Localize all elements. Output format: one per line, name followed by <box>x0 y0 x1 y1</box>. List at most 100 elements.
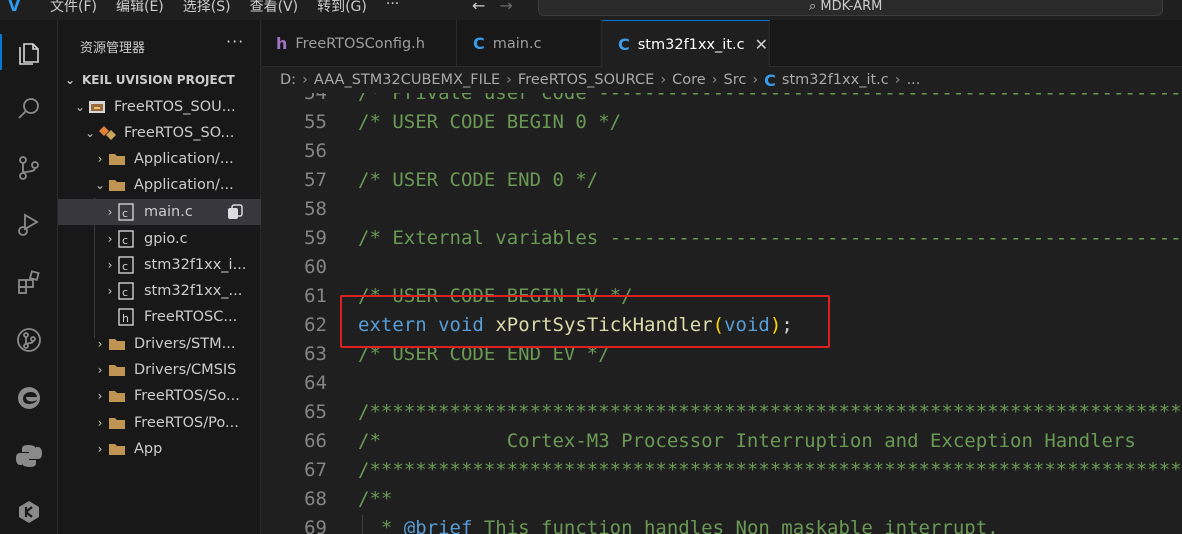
c-file-icon: c <box>118 203 138 221</box>
svg-text:h: h <box>122 312 129 325</box>
line-number: 55 <box>304 111 327 133</box>
code-line[interactable]: 66 /* Cortex-M3 Processor Interruption an… <box>262 430 1182 459</box>
section-header[interactable]: ⌄ KEIL UVISION PROJECT <box>58 69 261 91</box>
code-line[interactable]: 58 <box>262 198 1182 227</box>
close-icon[interactable]: ✕ <box>755 35 768 54</box>
menu-go[interactable]: 转到(G) <box>317 0 367 16</box>
tree-item-target[interactable]: ⌄ FreeRTOS_SO... <box>58 120 261 146</box>
tree-item-project[interactable]: ⌄ FreeRTOS_SOU... <box>58 94 261 120</box>
menu-file[interactable]: 文件(F) <box>50 0 97 16</box>
tree-item-folder[interactable]: › Drivers/STM... <box>58 331 261 357</box>
code-text: extern void xPortSysTickHandler(void); <box>358 314 793 336</box>
code-token: /* USER CODE END 0 */ <box>358 169 599 191</box>
code-line[interactable]: 68 /** <box>262 488 1182 517</box>
code-line[interactable]: 60 <box>262 256 1182 285</box>
tree-item-folder[interactable]: › App <box>58 436 261 462</box>
line-number: 62 <box>304 314 327 336</box>
forward-arrow-icon[interactable]: → <box>499 0 512 15</box>
breadcrumb-item[interactable]: AAA_STM32CUBEMX_FILE <box>314 72 500 88</box>
explorer-more-actions[interactable]: ··· <box>226 32 244 51</box>
tree-item-folder[interactable]: ⌄ Application/... <box>58 172 261 198</box>
code-line[interactable]: 63 /* USER CODE END EV */ <box>262 343 1182 372</box>
source-control-icon[interactable] <box>0 144 58 192</box>
git-graph-icon[interactable] <box>0 316 58 364</box>
target-icon <box>98 124 118 142</box>
menu-more[interactable]: ··· <box>386 0 399 16</box>
line-number: 60 <box>304 256 327 278</box>
code-line[interactable]: 55 /* USER CODE BEGIN 0 */ <box>262 111 1182 140</box>
folder-icon <box>108 440 128 458</box>
command-center[interactable]: ⌕ MDK-ARM <box>538 0 1163 16</box>
back-arrow-icon[interactable]: ← <box>472 0 485 15</box>
breadcrumb-separator: › <box>660 72 667 88</box>
code-editor[interactable]: 54 /* Private user code -----------------… <box>262 93 1182 534</box>
code-line[interactable]: 57 /* USER CODE END 0 */ <box>262 169 1182 198</box>
code-text: * @brief This function handles Non maska… <box>358 517 999 534</box>
edge-icon[interactable] <box>0 374 58 422</box>
line-number: 58 <box>304 198 327 220</box>
code-token: /***************************************… <box>358 401 1182 423</box>
tab-main-c[interactable]: C main.c <box>457 20 602 67</box>
code-token: This function handles Non maskable inter… <box>472 517 999 534</box>
code-text: /* USER CODE END EV */ <box>358 343 610 365</box>
breadcrumb-item[interactable]: Core <box>672 72 706 88</box>
code-line[interactable]: 54 /* Private user code -----------------… <box>262 93 1182 111</box>
copy-icon[interactable] <box>227 204 243 220</box>
breadcrumb-separator: › <box>894 72 901 88</box>
command-center-label: ⌕ MDK-ARM <box>809 0 883 14</box>
code-token: xPortSysTickHandler <box>495 314 713 336</box>
tree-item-file[interactable]: › c stm32f1xx_i... <box>58 252 261 278</box>
line-number: 57 <box>304 169 327 191</box>
line-number: 59 <box>304 227 327 249</box>
line-number: 65 <box>304 401 327 423</box>
activity-bar <box>0 20 58 534</box>
breadcrumb-separator: › <box>302 72 308 88</box>
folder-icon <box>108 150 128 168</box>
explorer-icon[interactable] <box>0 28 58 76</box>
menu-selection[interactable]: 选择(S) <box>183 0 231 16</box>
tree-item-folder[interactable]: › FreeRTOS/Po... <box>58 410 261 436</box>
breadcrumb-tail[interactable]: ... <box>907 72 921 88</box>
menu-view[interactable]: 查看(V) <box>250 0 299 16</box>
python-icon[interactable] <box>0 432 58 480</box>
svg-text:c: c <box>122 234 128 247</box>
line-number: 64 <box>304 372 327 394</box>
code-line[interactable]: 64 <box>262 372 1182 401</box>
search-icon[interactable] <box>0 85 58 133</box>
tree-item-file-main[interactable]: › c main.c <box>58 199 261 225</box>
editor-tab-bar: h FreeRTOSConfig.h C main.c C stm32f1xx_… <box>262 20 1182 68</box>
code-line[interactable]: 62 extern void xPortSysTickHandler(void); <box>262 314 1182 343</box>
chevron-right-icon: › <box>97 363 103 377</box>
tree-item-file[interactable]: h FreeRTOSC... <box>58 304 261 330</box>
chevron-down-icon: ⌄ <box>74 100 86 114</box>
code-line[interactable]: 67 /*************************************… <box>262 459 1182 488</box>
code-line[interactable]: 56 <box>262 140 1182 169</box>
code-line[interactable]: 61 /* USER CODE BEGIN EV */ <box>262 285 1182 314</box>
code-token: /* USER CODE BEGIN 0 */ <box>358 111 622 133</box>
breadcrumb-item[interactable]: Src <box>724 72 747 88</box>
code-text: /* USER CODE BEGIN EV */ <box>358 285 633 307</box>
code-token: ( <box>712 314 725 336</box>
code-line[interactable]: 65 /*************************************… <box>262 401 1182 430</box>
line-number: 68 <box>304 488 327 510</box>
line-number: 61 <box>304 285 327 307</box>
tree-item-folder[interactable]: › FreeRTOS/So... <box>58 383 261 409</box>
tab-freertosconfig[interactable]: h FreeRTOSConfig.h <box>262 20 457 67</box>
tree-item-folder[interactable]: › Application/... <box>58 146 261 172</box>
c-file-icon: C <box>764 70 776 90</box>
code-line[interactable]: 59 /* External variables ----------------… <box>262 227 1182 256</box>
menu-edit[interactable]: 编辑(E) <box>116 0 164 16</box>
tree-item-file[interactable]: › c stm32f1xx_... <box>58 278 261 304</box>
breadcrumb-item[interactable]: FreeRTOS_SOURCE <box>518 72 654 88</box>
tab-stm32f1xx-it[interactable]: C stm32f1xx_it.c ✕ <box>602 20 770 68</box>
extensions-icon[interactable] <box>0 258 58 306</box>
breadcrumb-file[interactable]: stm32f1xx_it.c <box>782 72 889 88</box>
keil-icon[interactable] <box>0 488 58 534</box>
code-line[interactable]: 69 * @brief This function handles Non ma… <box>262 517 1182 534</box>
tree-item-folder[interactable]: › Drivers/CMSIS <box>58 357 261 383</box>
code-text: /***************************************… <box>358 401 1182 423</box>
breadcrumb-item[interactable]: D: <box>280 72 296 88</box>
run-debug-icon[interactable] <box>0 200 58 248</box>
tree-item-file[interactable]: › c gpio.c <box>58 226 261 252</box>
